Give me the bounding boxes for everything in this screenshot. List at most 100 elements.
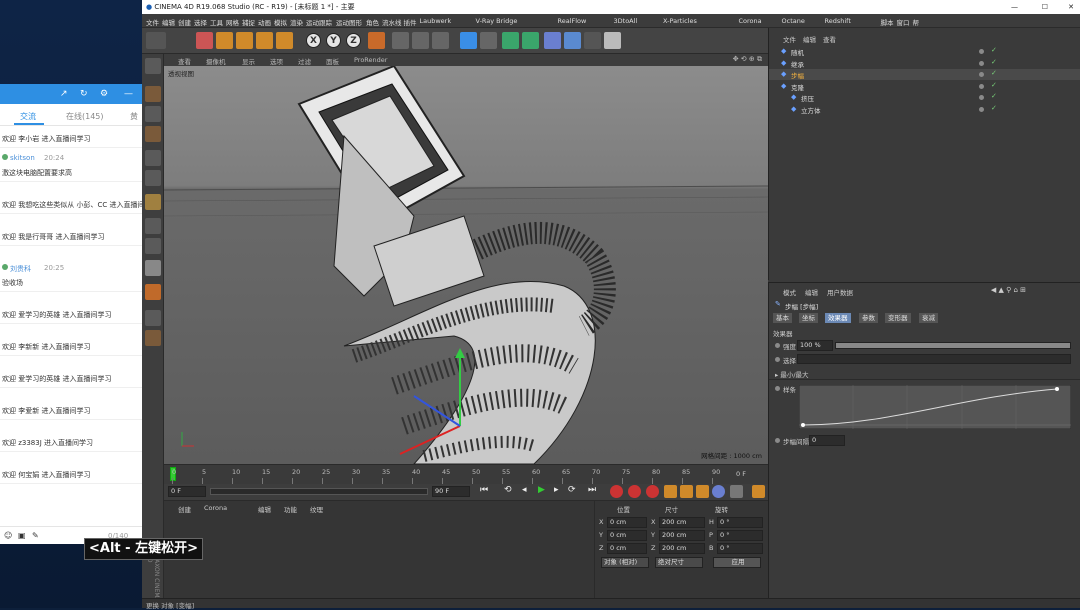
attribute-tab[interactable]: 参数 xyxy=(859,313,878,323)
polygons-mode-button[interactable] xyxy=(145,170,161,186)
locked-workplane-button[interactable] xyxy=(145,284,161,300)
edges-mode-button[interactable] xyxy=(145,150,161,166)
camera-button[interactable] xyxy=(584,32,601,49)
key-scale-button[interactable] xyxy=(680,485,693,498)
key-pla-button[interactable] xyxy=(730,485,743,498)
next-frame-button[interactable]: ▸ xyxy=(554,485,559,495)
menu-item[interactable]: 插件 xyxy=(404,17,417,27)
x-axis-lock-button[interactable]: X xyxy=(306,33,321,48)
attribute-menu-item[interactable]: 用户数据 xyxy=(827,287,853,297)
step-gap-anim-dot[interactable] xyxy=(775,438,780,443)
menu-item[interactable]: 运动图形 xyxy=(336,17,362,27)
prev-key-button[interactable]: ⟲ xyxy=(504,485,512,495)
attribute-menu-item[interactable]: 编辑 xyxy=(805,287,818,297)
play-button[interactable]: ▶ xyxy=(538,485,545,495)
strength-slider-track[interactable] xyxy=(835,342,1071,349)
texture-mode-button[interactable] xyxy=(145,106,161,122)
settings-icon[interactable]: ⚙ xyxy=(100,89,108,99)
size-field[interactable]: 200 cm xyxy=(659,543,705,554)
undo-button[interactable] xyxy=(146,32,166,49)
render-view-button[interactable] xyxy=(392,32,409,49)
visibility-dot[interactable] xyxy=(979,49,984,54)
next-key-button[interactable]: ⟳ xyxy=(568,485,576,495)
pen-spline-button[interactable] xyxy=(480,32,497,49)
key-selection-button[interactable] xyxy=(646,485,659,498)
object-menu-item[interactable]: 查看 xyxy=(823,34,836,44)
menu-item[interactable]: 网格 xyxy=(226,17,239,27)
key-parameter-button[interactable] xyxy=(712,485,725,498)
tab-online[interactable]: 在线(145) xyxy=(66,111,104,122)
menu-item[interactable]: RealFlow xyxy=(558,17,587,25)
start-frame-field[interactable]: 0 F xyxy=(168,486,206,497)
menu-item[interactable]: 运动跟踪 xyxy=(306,17,332,27)
timeline-window-button[interactable] xyxy=(752,485,765,498)
frame-range-slider[interactable] xyxy=(210,488,428,495)
object-menu-item[interactable]: 文件 xyxy=(783,34,796,44)
cube-object-button[interactable] xyxy=(460,32,477,49)
material-menu-item[interactable]: 编辑 xyxy=(258,504,271,514)
object-menu-item[interactable]: 编辑 xyxy=(803,34,816,44)
refresh-icon[interactable]: ↻ xyxy=(80,89,88,99)
menu-item[interactable]: 工具 xyxy=(210,17,223,27)
material-menu-item[interactable]: Corona xyxy=(204,504,227,512)
rotation-field[interactable]: 0 ° xyxy=(717,530,763,541)
tab-other[interactable]: 黄 xyxy=(130,111,138,122)
visibility-dot[interactable] xyxy=(979,106,984,112)
rotation-field[interactable]: 0 ° xyxy=(717,543,763,554)
menu-item[interactable]: 帮 xyxy=(913,17,920,27)
menu-item[interactable]: 编辑 xyxy=(162,17,175,27)
visibility-dot[interactable] xyxy=(979,83,984,89)
attribute-tab[interactable]: 变形器 xyxy=(885,313,911,323)
object-row[interactable]: ◆ 克隆 ✓ xyxy=(769,81,1080,92)
enabled-check-icon[interactable]: ✓ xyxy=(991,46,997,54)
viewport-menu-item[interactable]: 查看 xyxy=(178,56,191,66)
object-row[interactable]: ◆ 步幅 ✓ xyxy=(769,69,1080,80)
strength-anim-dot[interactable] xyxy=(775,343,780,348)
spline-graph[interactable] xyxy=(799,385,1071,429)
perspective-viewport[interactable]: 透视视图 网格间距: 1000 cm xyxy=(164,66,768,464)
enabled-check-icon[interactable]: ✓ xyxy=(991,81,997,89)
material-menu-item[interactable]: 纹理 xyxy=(310,504,323,514)
min-max-group-toggle[interactable]: ▸ 最小/最大 xyxy=(775,369,809,379)
attribute-tab[interactable]: 坐标 xyxy=(799,313,818,323)
object-mode-button[interactable] xyxy=(145,86,161,102)
apply-button[interactable]: 应用 xyxy=(713,557,761,568)
render-picture-viewer-button[interactable] xyxy=(412,32,429,49)
menu-item[interactable]: 渲染 xyxy=(290,17,303,27)
menu-item[interactable]: X-Particles xyxy=(663,17,697,25)
enabled-check-icon[interactable]: ✓ xyxy=(991,69,997,77)
current-frame-field[interactable]: 0 F xyxy=(736,470,746,478)
object-row[interactable]: ◆ 随机 ✓ xyxy=(769,46,1080,57)
position-field[interactable]: 0 cm xyxy=(607,543,647,554)
object-row[interactable]: ◆ 继承 ✓ xyxy=(769,58,1080,69)
menu-item[interactable]: Octane xyxy=(782,17,805,25)
enabled-check-icon[interactable]: ✓ xyxy=(991,92,997,100)
spline-anim-dot[interactable] xyxy=(775,386,780,391)
auto-key-button[interactable] xyxy=(628,485,641,498)
floor-button[interactable] xyxy=(564,32,581,49)
menu-item[interactable]: 角色 xyxy=(366,17,379,27)
menu-item[interactable]: 脚本 xyxy=(881,17,894,27)
attribute-tab[interactable]: 基本 xyxy=(773,313,792,323)
tab-chat[interactable]: 交流 xyxy=(20,111,36,122)
attribute-nav-icons[interactable]: ◀ ▲ ⚲ ⌂ ⊞ xyxy=(991,286,1026,294)
menu-item[interactable]: Redshift xyxy=(825,17,851,25)
material-menu-item[interactable]: 创建 xyxy=(178,504,191,514)
viewport-menu-item[interactable]: 过滤 xyxy=(298,56,311,66)
menu-item[interactable]: 选择 xyxy=(194,17,207,27)
menu-item[interactable]: 捕捉 xyxy=(242,17,255,27)
minimize-icon[interactable]: — xyxy=(124,89,133,99)
visibility-dot[interactable] xyxy=(979,60,984,66)
grid-button[interactable] xyxy=(145,310,161,326)
size-field[interactable]: 200 cm xyxy=(659,517,705,528)
menu-item[interactable]: 创建 xyxy=(178,17,191,27)
key-position-button[interactable] xyxy=(664,485,677,498)
menu-item[interactable]: 文件 xyxy=(146,17,159,27)
enabled-check-icon[interactable]: ✓ xyxy=(991,104,997,112)
menu-item[interactable]: Laubwerk xyxy=(420,17,452,25)
object-row[interactable]: ◆ 挤压 ✓ xyxy=(769,92,1080,103)
model-mode-button[interactable] xyxy=(145,58,161,74)
timeline-mode-button[interactable] xyxy=(145,330,161,346)
position-field[interactable]: 0 cm xyxy=(607,530,647,541)
menu-item[interactable]: 模拟 xyxy=(274,17,287,27)
